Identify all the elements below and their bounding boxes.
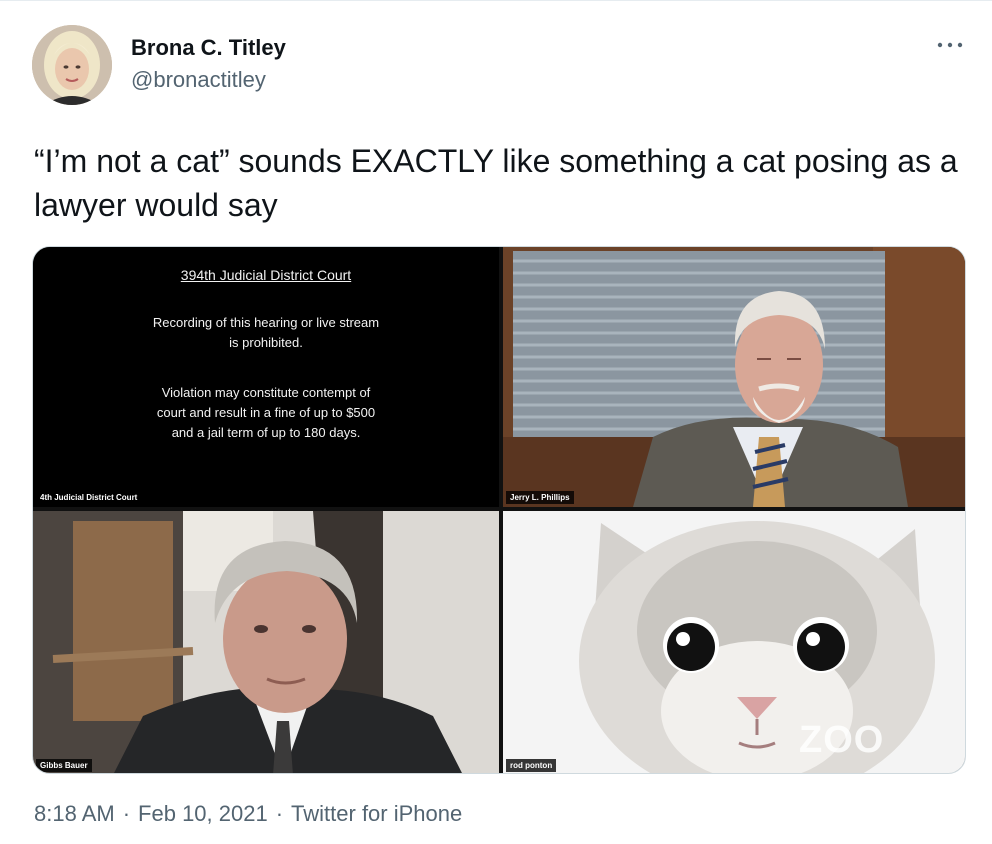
participant-label: Gibbs Bauer <box>36 759 92 772</box>
court-notice-line: Violation may constitute contempt of <box>161 385 371 400</box>
court-notice-title: 394th Judicial District Court <box>180 267 352 283</box>
separator-dot: · <box>275 801 284 826</box>
court-notice-line: is prohibited. <box>229 335 303 350</box>
participant-label: rod ponton <box>506 759 557 772</box>
court-notice-line: court and result in a fine of up to $500 <box>156 405 376 420</box>
lawyer-video-pane: Gibbs Bauer <box>33 511 499 773</box>
zoom-watermark: ZOO <box>799 719 885 761</box>
tweet-media[interactable]: 394th Judicial District Court Recording … <box>32 246 966 774</box>
author-handle[interactable]: @bronactitley <box>131 67 266 93</box>
separator-dot: · <box>122 801 131 826</box>
cat-video-image <box>503 511 965 773</box>
judge-video-pane: Jerry L. Phillips <box>503 247 965 507</box>
judge-video-image <box>503 247 965 507</box>
tweet-time[interactable]: 8:18 AM <box>34 801 115 827</box>
participant-label: 4th Judicial District Court <box>40 493 138 502</box>
more-horizontal-icon[interactable] <box>932 35 968 55</box>
tweet-meta: 8:18 AM · Feb 10, 2021 · Twitter for iPhone <box>34 801 462 827</box>
court-notice-line: Recording of this hearing or live stream <box>152 315 380 330</box>
cat-video-pane: ZOO rod ponton <box>503 511 965 773</box>
tweet-date[interactable]: Feb 10, 2021 <box>138 801 268 827</box>
tweet: Brona C. Titley @bronactitley “I’m not a… <box>0 0 992 844</box>
lawyer-video-image <box>33 511 499 773</box>
author-name[interactable]: Brona C. Titley <box>131 35 286 61</box>
participant-label: Jerry L. Phillips <box>506 491 574 504</box>
avatar[interactable] <box>32 25 112 105</box>
court-notice-line: and a jail term of up to 180 days. <box>171 425 361 440</box>
tweet-text: “I’m not a cat” sounds EXACTLY like some… <box>34 143 958 223</box>
tweet-source[interactable]: Twitter for iPhone <box>291 801 462 827</box>
court-notice-pane: 394th Judicial District Court Recording … <box>33 247 499 507</box>
